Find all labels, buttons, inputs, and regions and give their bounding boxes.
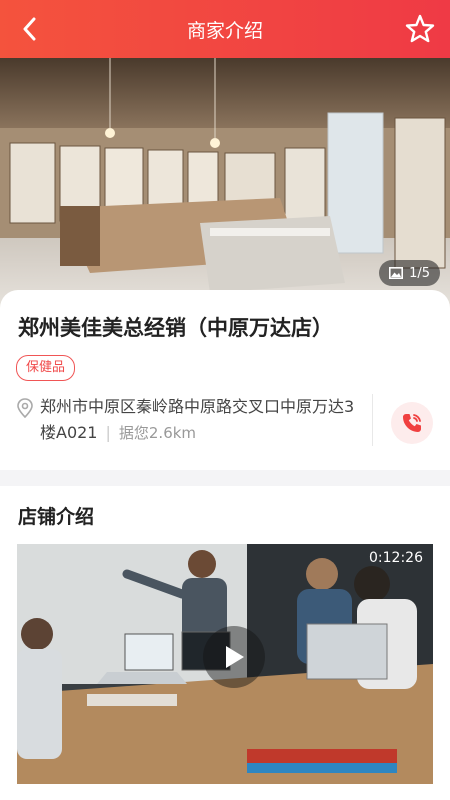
play-button[interactable] bbox=[203, 626, 265, 688]
page-title: 商家介绍 bbox=[186, 20, 263, 42]
image-icon bbox=[389, 267, 404, 279]
store-address: 郑州市中原区秦岭路中原路交叉口中原万达3楼A021 bbox=[40, 397, 355, 442]
vertical-divider bbox=[372, 394, 373, 446]
store-info-card: 郑州美佳美总经销（中原万达店） 保健品 郑州市中原区秦岭路中原路交叉口中原万达3… bbox=[0, 290, 450, 470]
photo-counter: 1/5 bbox=[379, 260, 440, 286]
store-name: 郑州美佳美总经销（中原万达店） bbox=[18, 316, 333, 340]
intro-video[interactable]: 0:12:26 bbox=[17, 544, 433, 784]
play-icon bbox=[226, 646, 244, 668]
store-distance: 据您2.6km bbox=[118, 424, 197, 442]
location-pin-icon bbox=[17, 398, 33, 418]
divider: | bbox=[105, 423, 111, 442]
star-icon bbox=[405, 14, 435, 43]
store-photo-carousel[interactable]: 1/5 bbox=[0, 58, 450, 308]
category-tag: 保健品 bbox=[16, 355, 76, 381]
photo-counter-text: 1/5 bbox=[409, 265, 430, 281]
section-title: 店铺介绍 bbox=[18, 506, 95, 528]
call-button[interactable] bbox=[391, 402, 433, 444]
phone-icon bbox=[403, 414, 421, 432]
favorite-button[interactable] bbox=[404, 13, 436, 45]
store-intro-section: 店铺介绍 0:12:26 bbox=[0, 486, 450, 800]
video-duration: 0:12:26 bbox=[369, 550, 423, 566]
store-address-block[interactable]: 郑州市中原区秦岭路中原路交叉口中原万达3楼A021 | 据您2.6km bbox=[40, 394, 360, 446]
top-bar: 商家介绍 bbox=[0, 0, 450, 58]
